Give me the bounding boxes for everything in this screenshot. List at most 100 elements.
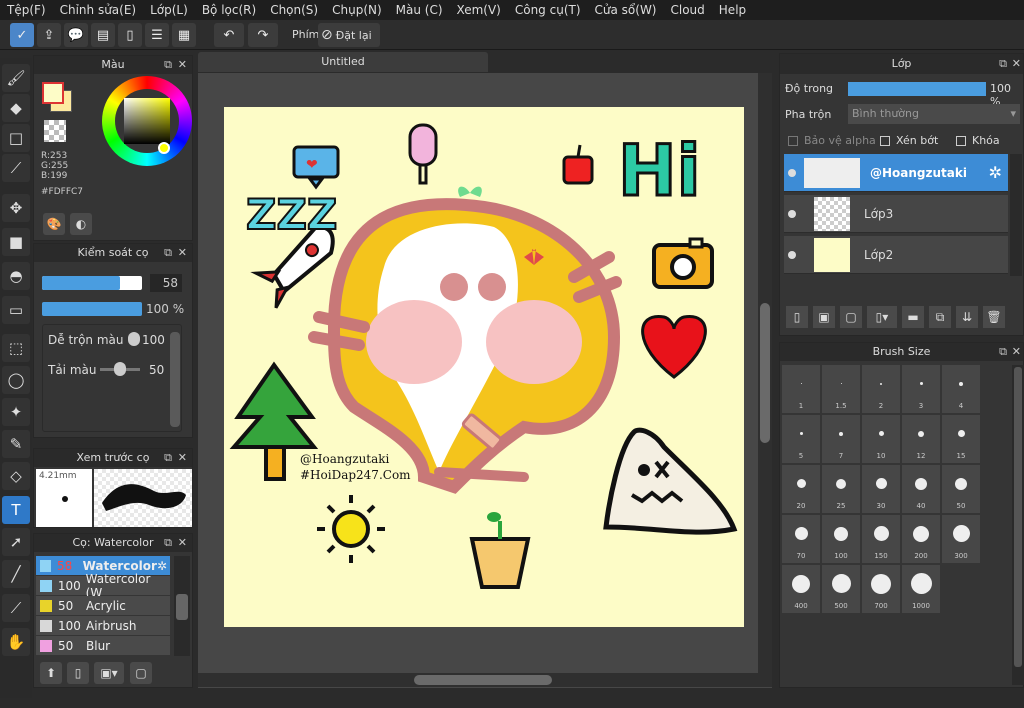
menu-tools[interactable]: Công cụ(T): [508, 3, 588, 17]
close-icon[interactable]: ✕: [178, 534, 187, 552]
vertical-scrollbar[interactable]: [758, 73, 772, 678]
brush-item[interactable]: 50 Blur: [36, 636, 170, 655]
saturation-box[interactable]: [124, 98, 170, 144]
popout-icon[interactable]: ⧉: [164, 534, 172, 552]
gear-icon[interactable]: ✲: [157, 559, 167, 573]
menu-layer[interactable]: Lớp(L): [143, 3, 195, 17]
comment-icon[interactable]: 💬: [64, 23, 88, 47]
eyedropper-icon[interactable]: ⟋: [2, 594, 30, 622]
protect-alpha-checkbox[interactable]: Bảo vệ alpha: [788, 134, 876, 147]
quick-mask-icon[interactable]: ✓: [10, 23, 34, 47]
brush-size-cell[interactable]: 3: [902, 365, 940, 413]
brush-size-cell[interactable]: 10: [862, 415, 900, 463]
menu-select[interactable]: Chọn(S): [263, 3, 325, 17]
reset-button[interactable]: ⊘ Đặt lại: [318, 23, 380, 47]
divide-tool-icon[interactable]: ╱: [2, 560, 30, 588]
cloud-upload-icon[interactable]: ⬆: [40, 662, 62, 684]
folder-icon[interactable]: ▬: [902, 306, 924, 328]
add-layer-menu-icon[interactable]: ▯▾: [867, 306, 897, 328]
close-icon[interactable]: ✕: [178, 449, 187, 467]
new-brush-icon[interactable]: ▯: [67, 662, 89, 684]
eye-icon[interactable]: [788, 168, 796, 177]
new-1bit-layer-icon[interactable]: ▢: [840, 306, 862, 328]
brush-size-cell[interactable]: 100: [822, 515, 860, 563]
brush-size-cell[interactable]: 5: [782, 415, 820, 463]
layer-row[interactable]: Lớp2: [784, 236, 1008, 274]
close-icon[interactable]: ✕: [178, 244, 187, 262]
menu-edit[interactable]: Chỉnh sửa(E): [53, 3, 144, 17]
transparent-swatch[interactable]: [44, 120, 66, 142]
popout-icon[interactable]: ⧉: [999, 54, 1007, 74]
palette-icon[interactable]: 🎨: [43, 213, 65, 235]
eraser-tool-icon[interactable]: ◆: [2, 94, 30, 122]
trash-icon[interactable]: 🗑: [983, 306, 1005, 328]
duplicate-layer-icon[interactable]: ⧉: [929, 306, 951, 328]
menu-color[interactable]: Màu (C): [389, 3, 450, 17]
brush-size-cell[interactable]: 2: [862, 365, 900, 413]
menu-help[interactable]: Help: [712, 3, 753, 17]
eye-icon[interactable]: [788, 209, 796, 218]
select-pen-icon[interactable]: ✎: [2, 430, 30, 458]
merge-layer-icon[interactable]: ⇊: [956, 306, 978, 328]
layer-opacity-slider[interactable]: [848, 82, 986, 96]
blend-slider-handle[interactable]: [128, 332, 140, 346]
bucket-tool-icon[interactable]: ◓: [2, 262, 30, 290]
brush-list-scrollbar[interactable]: [174, 556, 190, 656]
popout-icon[interactable]: ⧉: [999, 343, 1007, 361]
brush-size-cell[interactable]: 30: [862, 465, 900, 513]
magic-wand-icon[interactable]: ✦: [2, 398, 30, 426]
brush-size-cell[interactable]: 200: [902, 515, 940, 563]
grid-icon[interactable]: ▦: [172, 23, 196, 47]
brush-size-cell[interactable]: 12: [902, 415, 940, 463]
brush-size-cell[interactable]: 20: [782, 465, 820, 513]
operation-tool-icon[interactable]: ➚: [2, 528, 30, 556]
gear-icon[interactable]: ✲: [989, 163, 1002, 182]
document-tab[interactable]: Untitled: [198, 52, 488, 72]
add-brush-icon[interactable]: ▣▾: [94, 662, 124, 684]
share-icon[interactable]: ⇪: [37, 23, 61, 47]
brush-size-cell[interactable]: 70: [782, 515, 820, 563]
brush-size-value[interactable]: 58: [150, 274, 182, 292]
layer-scrollbar[interactable]: [1010, 154, 1022, 276]
layer-row[interactable]: Lớp3: [784, 195, 1008, 233]
brush-control-scrollbar[interactable]: [170, 332, 180, 427]
menu-view[interactable]: Xem(V): [450, 3, 508, 17]
shape-tool-icon[interactable]: □: [2, 124, 30, 152]
fill-rect-tool-icon[interactable]: ■: [2, 228, 30, 256]
amount-slider-handle[interactable]: [114, 362, 126, 376]
brush-size-cell[interactable]: 15: [942, 415, 980, 463]
clipping-checkbox[interactable]: Xén bớt: [880, 134, 938, 147]
popout-icon[interactable]: ⧉: [164, 244, 172, 262]
redo-icon[interactable]: ↷: [248, 23, 278, 47]
brush-size-cell[interactable]: 150: [862, 515, 900, 563]
horizontal-scrollbar[interactable]: [198, 673, 772, 687]
lock-checkbox[interactable]: Khóa: [956, 134, 1000, 147]
menu-file[interactable]: Tệp(F): [0, 3, 53, 17]
brush-size-cell[interactable]: 700: [862, 565, 900, 613]
menu-filter[interactable]: Bộ lọc(R): [195, 3, 263, 17]
brush-size-cell[interactable]: 500: [822, 565, 860, 613]
layer-row[interactable]: @Hoangzutaki ✲: [784, 154, 1008, 192]
brush-size-cell[interactable]: 50: [942, 465, 980, 513]
lasso-icon[interactable]: ◯: [2, 366, 30, 394]
menu-capture[interactable]: Chụp(N): [325, 3, 389, 17]
close-icon[interactable]: ✕: [178, 56, 187, 74]
text-tool-icon[interactable]: T: [2, 496, 30, 524]
brush-size-cell[interactable]: 1: [782, 365, 820, 413]
menu-window[interactable]: Cửa sổ(W): [588, 3, 664, 17]
line-tool-icon[interactable]: ⟋: [2, 154, 30, 182]
brush-size-cell[interactable]: 4: [942, 365, 980, 413]
brush-item[interactable]: 50 Acrylic: [36, 596, 170, 615]
new-halftone-layer-icon[interactable]: ▣: [813, 306, 835, 328]
brush-opacity-slider[interactable]: [42, 302, 142, 316]
brush-item[interactable]: 100 Airbrush: [36, 616, 170, 635]
eye-icon[interactable]: [788, 250, 796, 259]
document-icon[interactable]: ▯: [118, 23, 142, 47]
brush-size-cell[interactable]: 300: [942, 515, 980, 563]
brush-size-cell[interactable]: 40: [902, 465, 940, 513]
popout-icon[interactable]: ⧉: [164, 56, 172, 74]
blend-mode-select[interactable]: Bình thường ▾: [848, 104, 1020, 124]
brush-size-cell[interactable]: 25: [822, 465, 860, 513]
close-icon[interactable]: ✕: [1012, 343, 1021, 361]
gradient-tool-icon[interactable]: ▭: [2, 296, 30, 324]
